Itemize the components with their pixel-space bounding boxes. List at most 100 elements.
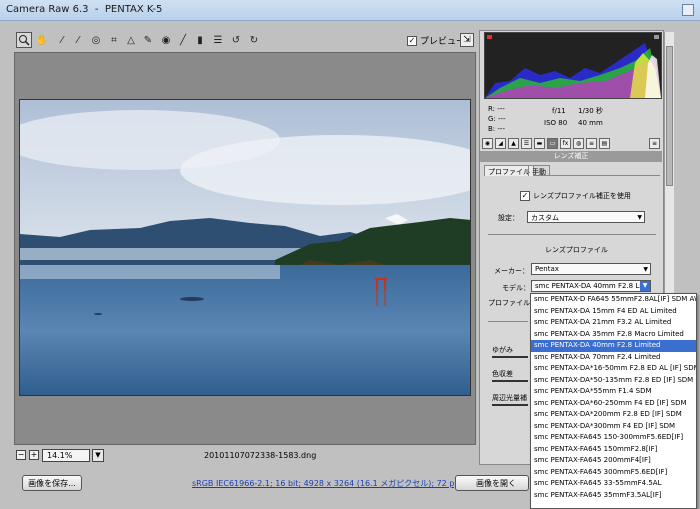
zoom-out-button[interactable]: − xyxy=(16,450,26,460)
hsl-tab-icon[interactable]: ☰ xyxy=(521,138,532,149)
iso-value: ISO 80 xyxy=(544,119,568,127)
lake-landscape-image xyxy=(20,100,470,395)
title-bar: Camera Raw 6.3 - PENTAX K-5 xyxy=(0,0,700,21)
open-image-button[interactable]: 画像を開く xyxy=(455,475,529,491)
vignette-label: 周辺光量補 xyxy=(492,394,527,402)
zoom-dropdown-icon[interactable]: ▼ xyxy=(92,449,104,462)
spot-removal-tool-icon[interactable]: ✎ xyxy=(140,32,156,48)
dropdown-option[interactable]: smc PENTAX-DA*50-135mm F2.8 ED [IF] SDM xyxy=(531,375,696,387)
color-sampler-tool-icon[interactable]: ⁄ xyxy=(70,32,86,48)
model-select-value: smc PENTAX-DA 40mm F2.8 Limi... xyxy=(535,282,651,290)
dropdown-option[interactable]: smc PENTAX-FA645 200mmF4[IF] xyxy=(531,455,696,467)
hand-tool-icon[interactable]: ✋ xyxy=(34,32,50,48)
split-toning-tab-icon[interactable]: ▬ xyxy=(534,138,545,149)
workflow-options-link[interactable]: sRGB IEC61966-2.1; 16 bit; 4928 x 3264 (… xyxy=(192,478,462,489)
blue-value: B: --- xyxy=(488,125,505,133)
panel-tabs: ◉ ◢ ▲ ☰ ▬ ▭ fx ◍ ≡ ▤ ≡ xyxy=(481,138,662,150)
zoom-in-button[interactable]: + xyxy=(29,450,39,460)
distortion-label: ゆがみ xyxy=(492,346,513,354)
straighten-tool-icon[interactable]: △ xyxy=(123,32,139,48)
histogram xyxy=(484,32,662,99)
dropdown-option[interactable]: smc PENTAX-DA*55mm F1.4 SDM xyxy=(531,386,696,398)
dropdown-option[interactable]: smc PENTAX-DA*60-250mm F4 ED [IF] SDM xyxy=(531,398,696,410)
chevron-down-icon: ▼ xyxy=(643,266,648,273)
rotate-right-icon[interactable]: ↻ xyxy=(246,32,262,48)
fullscreen-icon[interactable]: ⇲ xyxy=(460,33,474,47)
close-window-icon[interactable] xyxy=(682,4,694,16)
red-value: R: --- xyxy=(488,105,505,113)
red-eye-tool-icon[interactable]: ◉ xyxy=(158,32,174,48)
chromatic-aberration-slider[interactable] xyxy=(492,380,528,382)
white-balance-tool-icon[interactable]: ⁄ xyxy=(54,32,70,48)
graduated-filter-icon[interactable]: ▮ xyxy=(192,32,208,48)
zoom-tool-icon[interactable] xyxy=(16,32,32,48)
tone-curve-tab-icon[interactable]: ◢ xyxy=(495,138,506,149)
histogram-graph xyxy=(485,35,661,98)
enable-profile-row[interactable]: ✓ レンズプロファイル補正を使用 xyxy=(520,191,631,201)
scrollbar-thumb[interactable] xyxy=(666,46,673,186)
make-label: メーカー： xyxy=(494,267,529,275)
enable-profile-checkbox[interactable]: ✓ xyxy=(520,191,530,201)
dropdown-option[interactable]: smc PENTAX-FA645 300mmF5.6ED[IF] xyxy=(531,467,696,479)
focal-length-value: 40 mm xyxy=(578,119,603,127)
target-adjust-tool-icon[interactable]: ◎ xyxy=(88,32,104,48)
panel-section-title: レンズ補正 xyxy=(480,151,662,162)
dropdown-option[interactable]: smc PENTAX-DA 40mm F2.8 Limited xyxy=(531,340,696,352)
lens-subtabs: プロファイル 手動 xyxy=(484,165,660,176)
dropdown-option[interactable]: smc PENTAX-FA645 150-300mmF5.6ED[IF] xyxy=(531,432,696,444)
crop-tool-icon[interactable]: ⌗ xyxy=(106,32,122,48)
dropdown-option[interactable]: smc PENTAX-DA 15mm F4 ED AL Limited xyxy=(531,306,696,318)
panel-menu-icon[interactable]: ≡ xyxy=(649,138,660,149)
preview-checkbox[interactable]: ✓ xyxy=(407,35,417,46)
zoom-bar: − + 14.1% ▼ 20101107072338-1583.dng xyxy=(14,447,476,465)
zoom-level-field[interactable]: 14.1% xyxy=(42,449,90,462)
dropdown-option[interactable]: smc PENTAX-FA645 33-55mmF4.5AL xyxy=(531,478,696,490)
setup-select[interactable]: カスタム ▼ xyxy=(527,211,645,223)
lens-corrections-tab-icon[interactable]: ▭ xyxy=(547,138,558,149)
dropdown-option[interactable]: smc PENTAX-FA645 35mmF3.5AL[IF] xyxy=(531,490,696,502)
model-label: モデル： xyxy=(502,284,530,292)
dropdown-option[interactable]: smc PENTAX-DA 70mm F2.4 Limited xyxy=(531,352,696,364)
divider xyxy=(488,234,656,235)
aperture-value: f/11 xyxy=(552,107,566,115)
tab-profile[interactable]: プロファイル xyxy=(484,165,534,176)
preview-label: プレビュー xyxy=(420,37,466,47)
dropdown-option[interactable]: smc PENTAX-DA*200mm F2.8 ED [IF] SDM xyxy=(531,409,696,421)
dropdown-option[interactable]: smc PENTAX-DA*300mm F4 ED [IF] SDM xyxy=(531,421,696,433)
dropdown-option[interactable]: smc PENTAX-DA 21mm F3.2 AL Limited xyxy=(531,317,696,329)
setup-label: 設定： xyxy=(498,214,519,222)
dropdown-option[interactable]: smc PENTAX-FA645 150mmF2.8[IF] xyxy=(531,444,696,456)
detail-tab-icon[interactable]: ▲ xyxy=(508,138,519,149)
shutter-value: 1/30 秒 xyxy=(578,107,603,115)
save-image-button[interactable]: 画像を保存... xyxy=(22,475,82,491)
enable-profile-label: レンズプロファイル補正を使用 xyxy=(533,192,631,200)
dropdown-option[interactable]: smc PENTAX-DA*16-50mm F2.8 ED AL [IF] SD… xyxy=(531,363,696,375)
distortion-slider[interactable] xyxy=(492,356,528,358)
camera-calibration-tab-icon[interactable]: ◍ xyxy=(573,138,584,149)
vignette-slider[interactable] xyxy=(492,404,528,406)
adjustment-brush-icon[interactable]: ╱ xyxy=(175,32,191,48)
tab-manual[interactable]: 手動 xyxy=(528,165,550,176)
effects-tab-icon[interactable]: fx xyxy=(560,138,571,149)
presets-tab-icon[interactable]: ≡ xyxy=(586,138,597,149)
file-name: 20101107072338-1583.dng xyxy=(204,451,317,460)
photo-preview xyxy=(19,99,471,396)
make-select-value: Pentax xyxy=(535,265,559,273)
setup-select-value: カスタム xyxy=(531,214,559,222)
make-select[interactable]: Pentax ▼ xyxy=(531,263,651,275)
snapshots-tab-icon[interactable]: ▤ xyxy=(599,138,610,149)
toolbar: ✋ ⁄ ⁄ ◎ ⌗ △ ✎ ◉ ╱ ▮ ☰ ↺ ↻ ✓ プレビュー ⇲ xyxy=(14,30,476,52)
rotate-left-icon[interactable]: ↺ xyxy=(228,32,244,48)
chevron-down-icon: ▼ xyxy=(640,281,650,291)
divider xyxy=(488,321,528,322)
green-value: G: --- xyxy=(488,115,506,123)
preferences-icon[interactable]: ☰ xyxy=(210,32,226,48)
dropdown-option[interactable]: smc PENTAX-DA 35mm F2.8 Macro Limited xyxy=(531,329,696,341)
preview-toggle[interactable]: ✓ プレビュー xyxy=(407,34,465,47)
lens-profile-heading: レンズプロファイル xyxy=(545,246,608,254)
window-title: Camera Raw 6.3 - PENTAX K-5 xyxy=(6,4,163,15)
model-select[interactable]: smc PENTAX-DA 40mm F2.8 Limi... ▼ xyxy=(531,280,651,292)
dropdown-option[interactable]: smc PENTAX-D FA645 55mmF2.8AL[IF] SDM AW xyxy=(531,294,696,306)
lens-model-dropdown[interactable]: smc PENTAX-D FA645 55mmF2.8AL[IF] SDM AW… xyxy=(530,293,697,509)
basic-tab-icon[interactable]: ◉ xyxy=(482,138,493,149)
